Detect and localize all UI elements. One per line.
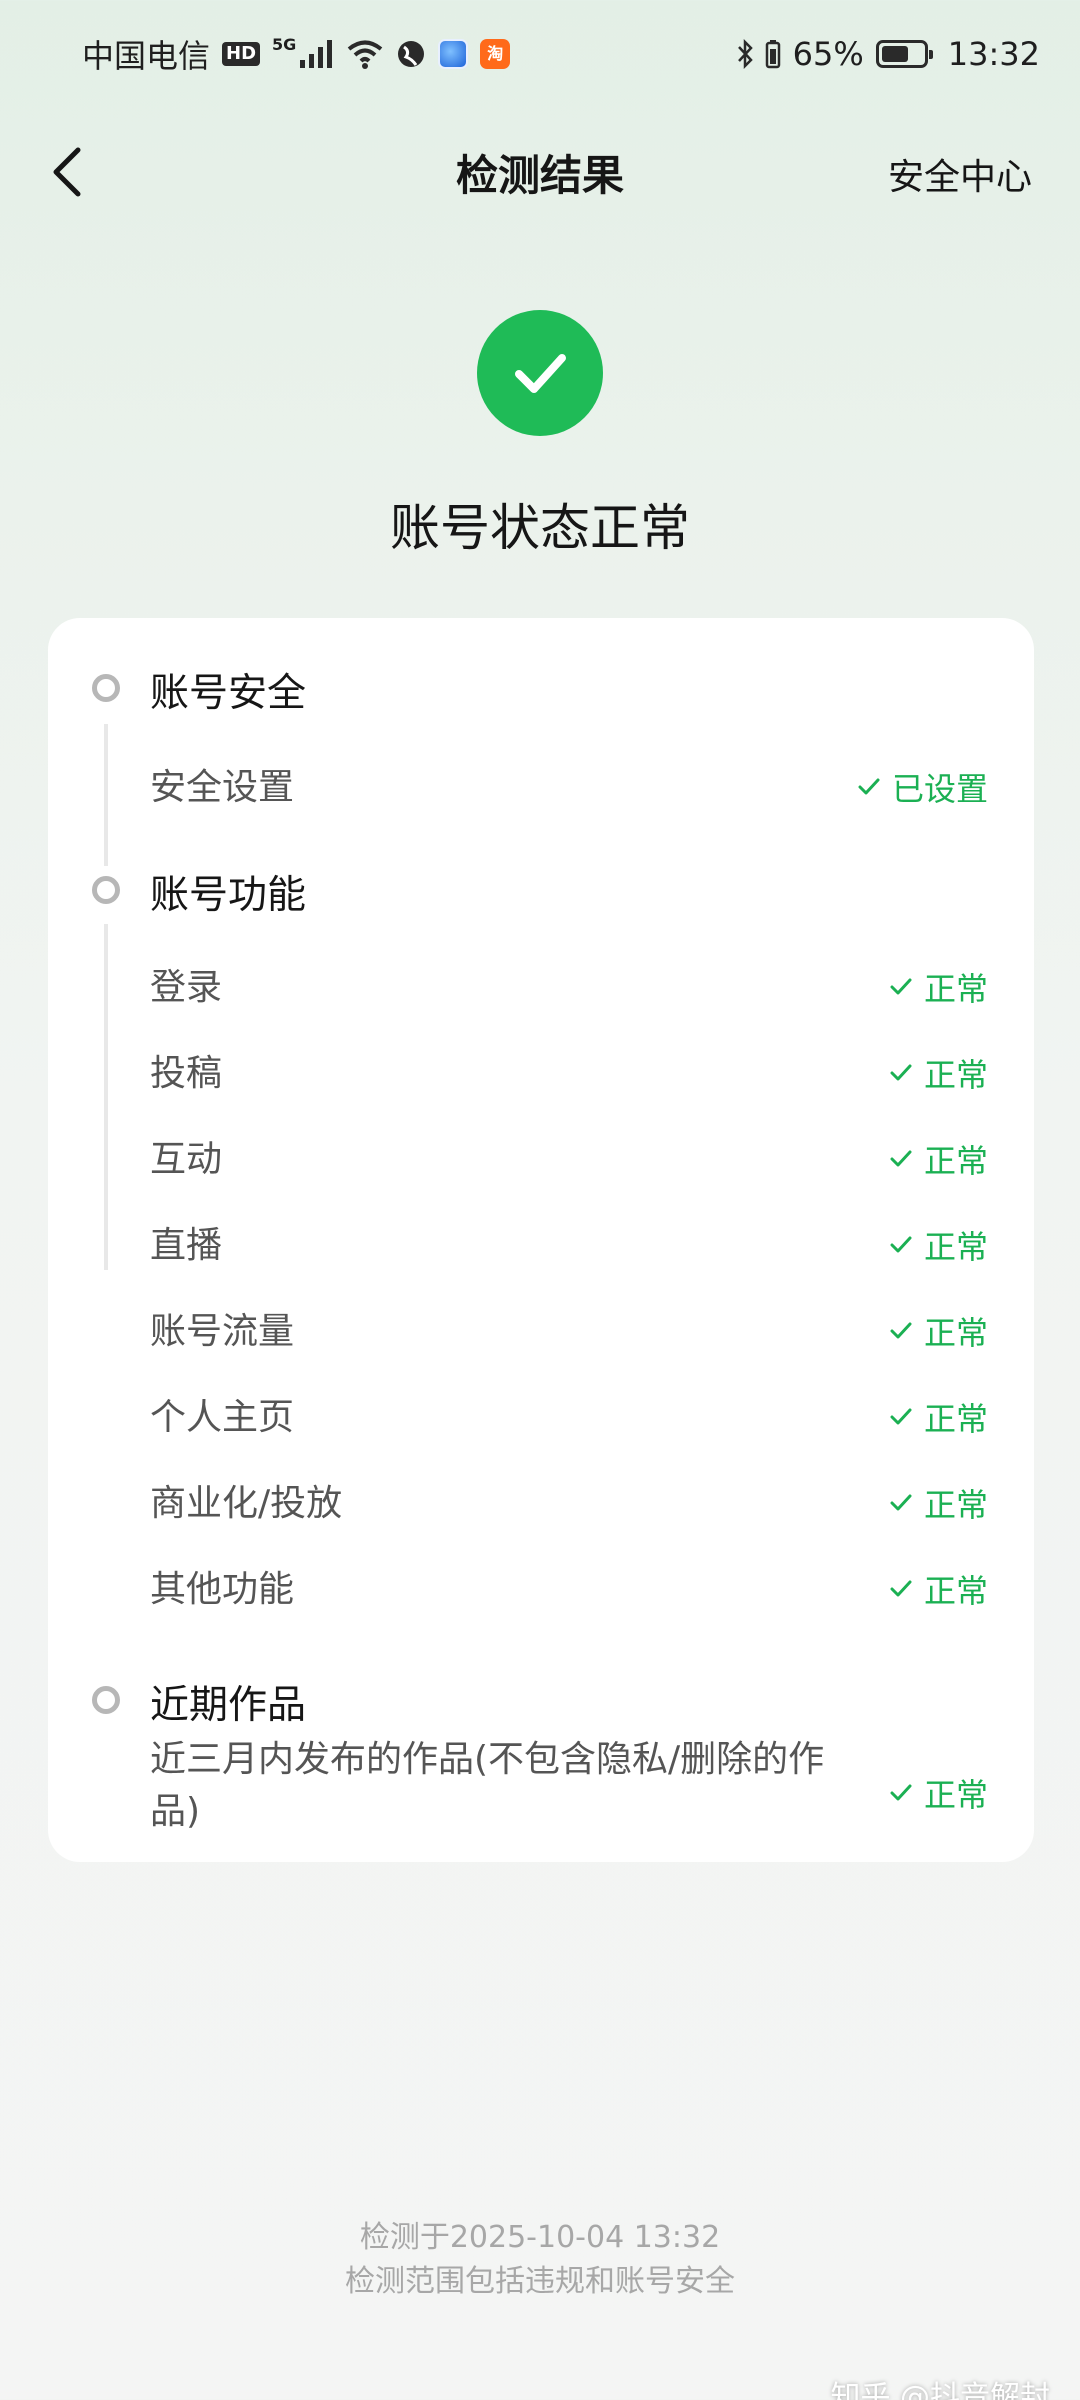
status-text: 正常 <box>923 970 988 1008</box>
row-status-live: 正常 <box>890 1222 988 1268</box>
small-check-icon <box>890 1580 912 1597</box>
carrier-label: 中国电信 <box>82 37 211 75</box>
row-status-traffic: 正常 <box>890 1308 988 1354</box>
timeline-line <box>104 924 108 1270</box>
wifi-icon <box>348 40 383 69</box>
small-check-icon <box>890 1150 912 1167</box>
status-text: 正常 <box>923 1228 988 1266</box>
globe-icon <box>398 41 425 67</box>
taobao-app-icon: 淘 <box>480 39 511 69</box>
row-label-recent-works: 近三月内发布的作品(不包含隐私/删除的作品) <box>150 1739 825 1832</box>
row-label-post: 投稿 <box>150 1053 223 1094</box>
row-status-commercial: 正常 <box>890 1480 988 1526</box>
small-check-icon <box>890 1408 912 1425</box>
status-text: 正常 <box>923 1314 988 1352</box>
small-check-icon <box>890 1784 912 1801</box>
row-label-profile: 个人主页 <box>150 1397 295 1438</box>
small-check-icon <box>858 778 880 795</box>
row-label-live: 直播 <box>150 1225 223 1266</box>
battery-saver-icon <box>765 40 780 69</box>
status-text: 正常 <box>923 1486 988 1524</box>
check-scope: 检测范围包括违规和账号安全 <box>345 2264 735 2299</box>
status-headline: 账号状态正常 <box>390 499 690 557</box>
status-bar: 中国电信 HD 5G 淘 65% 13:32 <box>0 0 1080 108</box>
page-title: 检测结果 <box>455 150 624 200</box>
success-check-badge <box>477 310 603 436</box>
small-check-icon <box>890 1236 912 1253</box>
row-label-interaction: 互动 <box>150 1139 223 1180</box>
bluetooth-icon <box>737 39 753 69</box>
row-label-commercial: 商业化/投放 <box>150 1483 343 1524</box>
small-check-icon <box>890 1322 912 1339</box>
battery-level-fill <box>881 46 908 62</box>
result-card: 账号安全 安全设置 已设置 账号功能 登录 正常 投稿 正常 互动 正常 直播 … <box>48 618 1034 1862</box>
small-check-icon <box>890 978 912 995</box>
status-text: 已设置 <box>891 770 988 808</box>
row-status-post: 正常 <box>890 1050 988 1096</box>
security-center-link[interactable]: 安全中心 <box>888 148 1032 200</box>
nav-bar: 检测结果 安全中心 <box>0 120 1080 224</box>
chevron-left-icon <box>53 147 81 197</box>
status-text: 正常 <box>923 1776 988 1814</box>
network-type: 5G <box>272 34 297 54</box>
row-status-recent-works: 正常 <box>890 1770 988 1816</box>
timeline-dot <box>92 1686 120 1714</box>
section-title-account-security: 账号安全 <box>150 671 307 716</box>
row-label-other: 其他功能 <box>150 1569 295 1610</box>
section-title-account-features: 账号功能 <box>150 873 307 918</box>
row-label-login: 登录 <box>150 967 223 1008</box>
row-status-profile: 正常 <box>890 1394 988 1440</box>
section-title-recent-works: 近期作品 <box>150 1683 307 1728</box>
watermark: 知乎 @抖音解封 <box>830 2380 1050 2400</box>
row-label-traffic: 账号流量 <box>150 1311 295 1352</box>
status-text: 正常 <box>923 1572 988 1610</box>
clock: 13:32 <box>947 35 1040 73</box>
battery-icon <box>875 40 933 68</box>
row-status-login: 正常 <box>890 964 988 1010</box>
back-button[interactable] <box>40 142 100 202</box>
row-status-interaction: 正常 <box>890 1136 988 1182</box>
check-time: 检测于2025-10-04 13:32 <box>359 2220 721 2255</box>
browser-app-icon <box>438 39 469 69</box>
signal-icon <box>300 40 333 68</box>
status-text: 正常 <box>923 1400 988 1438</box>
status-text: 正常 <box>923 1142 988 1180</box>
hd-badge: HD <box>222 42 261 66</box>
timeline-line <box>104 724 108 866</box>
small-check-icon <box>890 1064 912 1081</box>
status-text: 正常 <box>923 1056 988 1094</box>
timeline-dot <box>92 674 120 702</box>
row-status-security-settings: 已设置 <box>858 764 988 810</box>
check-icon <box>515 354 566 393</box>
timeline-dot <box>92 876 120 904</box>
row-label-security-settings: 安全设置 <box>150 767 295 808</box>
battery-percent: 65% <box>792 35 864 73</box>
row-status-other: 正常 <box>890 1566 988 1612</box>
small-check-icon <box>890 1494 912 1511</box>
